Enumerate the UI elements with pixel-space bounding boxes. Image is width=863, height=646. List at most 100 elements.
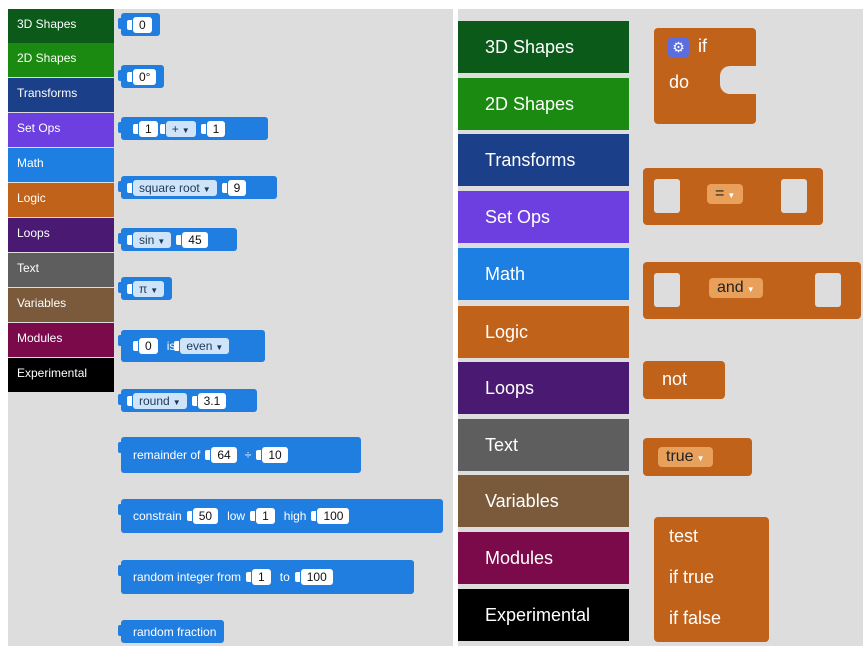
- to-label: to: [279, 570, 290, 584]
- trig-fn-dropdown[interactable]: sin ▼: [126, 231, 172, 248]
- category-transforms-large[interactable]: Transforms: [458, 134, 629, 186]
- low-label: low: [227, 509, 246, 523]
- logic-compare-block[interactable]: = ▼: [643, 168, 823, 225]
- constant-dropdown[interactable]: π ▼: [126, 280, 165, 297]
- random-to-field[interactable]: 100: [294, 569, 333, 585]
- even-value-field[interactable]: 0: [133, 338, 158, 354]
- category-modules-large[interactable]: Modules: [458, 532, 629, 584]
- category-text[interactable]: Text: [8, 253, 114, 287]
- and-left-slot: [654, 273, 680, 307]
- property-label: even: [186, 339, 213, 353]
- arith-a-field[interactable]: 1: [133, 120, 158, 137]
- math-number-block[interactable]: 0: [118, 13, 160, 36]
- trig-value-field[interactable]: 45: [176, 231, 208, 248]
- random-from-field[interactable]: 1: [246, 569, 271, 585]
- high-label: high: [283, 509, 307, 523]
- logic-not-block[interactable]: not: [643, 361, 725, 399]
- dropdown-arrow-icon: ▼: [202, 184, 211, 194]
- angle-field[interactable]: 0°: [126, 68, 157, 85]
- math-sqrt-block[interactable]: square root ▼ 9: [118, 176, 277, 199]
- compare-op-label: =: [715, 185, 725, 202]
- category-variables-large[interactable]: Variables: [458, 475, 629, 527]
- logic-ternary-block[interactable]: test if true if false: [654, 517, 769, 642]
- category-modules[interactable]: Modules: [8, 323, 114, 357]
- logic-and-block[interactable]: and ▼: [643, 262, 861, 319]
- random-int-label: random integer from: [133, 570, 242, 584]
- logic-if-block[interactable]: ⚙ if do: [654, 28, 756, 124]
- category-experimental-large[interactable]: Experimental: [458, 589, 629, 641]
- dropdown-arrow-icon: ▼: [215, 343, 224, 352]
- compare-right-slot: [781, 179, 807, 213]
- dropdown-arrow-icon: ▼: [150, 285, 159, 295]
- category-loops[interactable]: Loops: [8, 218, 114, 252]
- and-op-dropdown[interactable]: and ▼: [709, 278, 763, 298]
- dropdown-arrow-icon: ▼: [157, 236, 166, 246]
- round-fn-dropdown[interactable]: round ▼: [127, 392, 187, 409]
- dropdown-arrow-icon: ▼: [727, 191, 736, 200]
- category-set-ops-large[interactable]: Set Ops: [458, 191, 629, 243]
- category-text-large[interactable]: Text: [458, 419, 629, 471]
- sqrt-fn-dropdown[interactable]: square root ▼: [127, 179, 217, 196]
- math-constant-block[interactable]: π ▼: [117, 277, 173, 300]
- category-3d-shapes[interactable]: 3D Shapes: [8, 9, 114, 43]
- number-field[interactable]: 0: [127, 16, 152, 33]
- if-label: if: [698, 36, 707, 56]
- boolean-label: true: [666, 448, 694, 465]
- remainder-b-field[interactable]: 10: [256, 447, 288, 463]
- do-statement-slot: [720, 66, 756, 94]
- sqrt-fn-label: square root: [139, 180, 200, 195]
- math-number-property-block[interactable]: 0 is even ▼: [118, 330, 265, 362]
- dropdown-arrow-icon: ▼: [181, 125, 190, 135]
- math-random-fraction-block[interactable]: random fraction: [117, 620, 225, 643]
- random-fraction-label: random fraction: [133, 624, 217, 639]
- constant-label: π: [139, 281, 148, 296]
- high-field[interactable]: 100: [311, 508, 350, 524]
- category-variables[interactable]: Variables: [8, 288, 114, 322]
- dropdown-arrow-icon: ▼: [746, 285, 755, 294]
- constrain-value-field[interactable]: 50: [186, 508, 219, 524]
- category-3d-shapes-large[interactable]: 3D Shapes: [458, 21, 629, 73]
- math-random-integer-block[interactable]: random integer from 1 to 100: [118, 560, 414, 594]
- right-toolbox-panel: 3D Shapes 2D Shapes Transforms Set Ops Math L…: [458, 9, 863, 646]
- compare-left-slot: [654, 179, 680, 213]
- arith-op-dropdown[interactable]: + ▼: [159, 120, 196, 137]
- category-logic[interactable]: Logic: [8, 183, 114, 217]
- math-arithmetic-block[interactable]: 1 + ▼ 1: [118, 117, 268, 140]
- property-dropdown[interactable]: even ▼: [174, 338, 230, 354]
- category-loops-large[interactable]: Loops: [458, 362, 629, 414]
- math-trig-block[interactable]: sin ▼ 45: [118, 228, 237, 251]
- and-right-slot: [815, 273, 841, 307]
- constrain-label: constrain: [133, 509, 182, 523]
- category-2d-shapes[interactable]: 2D Shapes: [8, 43, 114, 77]
- compare-op-dropdown[interactable]: = ▼: [707, 184, 744, 204]
- category-experimental[interactable]: Experimental: [8, 358, 114, 392]
- sqrt-value-field[interactable]: 9: [221, 179, 247, 196]
- if-true-label: if true: [669, 567, 715, 587]
- divide-label: ÷: [244, 448, 252, 462]
- not-label: not: [662, 369, 688, 389]
- category-logic-large[interactable]: Logic: [458, 306, 629, 358]
- do-label: do: [669, 72, 690, 92]
- math-remainder-block[interactable]: remainder of 64 ÷ 10: [118, 437, 361, 473]
- gear-icon[interactable]: ⚙: [668, 37, 689, 58]
- category-math-large[interactable]: Math: [458, 248, 629, 300]
- math-angle-block[interactable]: 0°: [117, 65, 165, 88]
- low-field[interactable]: 1: [250, 508, 275, 524]
- dropdown-arrow-icon: ▼: [172, 397, 181, 407]
- category-set-ops[interactable]: Set Ops: [8, 113, 114, 147]
- math-round-block[interactable]: round ▼ 3.1: [118, 389, 257, 412]
- dropdown-arrow-icon: ▼: [696, 454, 705, 463]
- logic-boolean-block[interactable]: true ▼: [643, 438, 752, 476]
- remainder-a-field[interactable]: 64: [205, 447, 237, 463]
- math-constrain-block[interactable]: constrain 50 low 1 high 100: [118, 499, 443, 533]
- category-math[interactable]: Math: [8, 148, 114, 182]
- round-value-field[interactable]: 3.1: [191, 392, 227, 409]
- if-false-label: if false: [669, 608, 722, 628]
- arith-op-label: +: [171, 121, 179, 136]
- category-transforms[interactable]: Transforms: [8, 78, 114, 112]
- category-2d-shapes-large[interactable]: 2D Shapes: [458, 78, 629, 130]
- boolean-dropdown[interactable]: true ▼: [658, 447, 713, 467]
- and-op-label: and: [717, 279, 744, 296]
- remainder-label: remainder of: [133, 448, 201, 462]
- arith-b-field[interactable]: 1: [200, 120, 226, 137]
